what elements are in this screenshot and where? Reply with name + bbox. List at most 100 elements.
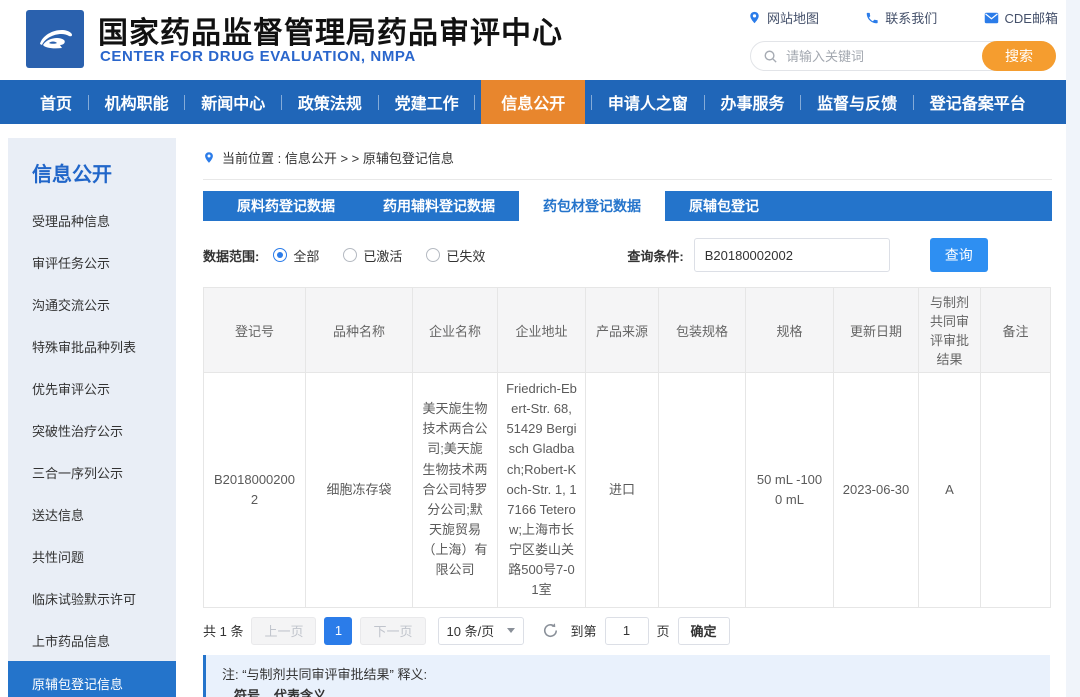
results-table: 登记号 品种名称 企业名称 企业地址 产品来源 包装规格 规格 更新日期 与制剂… (203, 287, 1051, 608)
sidebar-item-breakthrough-therapy[interactable]: 突破性治疗公示 (8, 409, 176, 451)
tab-raw-aux-pack[interactable]: 原辅包登记 (665, 191, 783, 221)
site-search: 搜索 (750, 41, 1056, 71)
radio-dot-icon (273, 248, 287, 262)
nav-item-party[interactable]: 党建工作 (385, 80, 469, 124)
cell-company-name: 美天旎生物技术两合公司;美天旎生物技术两合公司特罗分公司;默天旎贸易（上海）有限… (413, 373, 498, 608)
refresh-icon[interactable] (542, 622, 559, 639)
radio-dot-icon (343, 248, 357, 262)
radio-expired[interactable]: 已失效 (426, 246, 485, 265)
cell-update-date: 2023-06-30 (834, 373, 919, 608)
location-pin-icon (748, 10, 761, 25)
quicklink-label: CDE邮箱 (1005, 8, 1058, 27)
cell-company-address: Friedrich-Ebert-Str. 68, 51429 Bergisch … (498, 373, 586, 608)
quicklink-label: 网站地图 (767, 8, 819, 27)
page: 国家药品监督管理局药品审评中心 CENTER FOR DRUG EVALUATI… (0, 0, 1080, 697)
next-page-button[interactable]: 下一页 (360, 617, 425, 645)
sidebar-item-communication[interactable]: 沟通交流公示 (8, 283, 176, 325)
col-variety-name: 品种名称 (306, 288, 413, 373)
search-icon (763, 49, 778, 64)
sidebar-title: 信息公开 (8, 138, 176, 199)
sidebar-item-three-in-one[interactable]: 三合一序列公示 (8, 451, 176, 493)
main-content: 当前位置 : 信息公开 > > 原辅包登记信息 原料药登记数据 药用辅料登记数据… (203, 138, 1052, 697)
sidebar-item-accepted-varieties[interactable]: 受理品种信息 (8, 199, 176, 241)
note-title: 注: “与制剂共同审评审批结果” 释义: (222, 664, 1034, 685)
quicklink-sitemap[interactable]: 网站地图 (748, 8, 819, 27)
page-number-button[interactable]: 1 (324, 617, 352, 645)
cde-logo-icon (26, 10, 84, 68)
nav-item-registration-platform[interactable]: 登记备案平台 (920, 80, 1036, 124)
scrollbar[interactable] (1066, 0, 1080, 697)
site-header: 国家药品监督管理局药品审评中心 CENTER FOR DRUG EVALUATI… (0, 0, 1066, 80)
site-title: 国家药品监督管理局药品审评中心 (98, 8, 563, 52)
nav-item-info-disclosure[interactable]: 信息公开 (481, 80, 585, 124)
sidebar-item-review-tasks[interactable]: 审评任务公示 (8, 241, 176, 283)
nav-divider (591, 95, 592, 110)
nav-item-functions[interactable]: 机构职能 (95, 80, 179, 124)
table-header-row: 登记号 品种名称 企业名称 企业地址 产品来源 包装规格 规格 更新日期 与制剂… (204, 288, 1051, 373)
goto-confirm-button[interactable]: 确定 (678, 617, 730, 645)
col-spec: 规格 (746, 288, 834, 373)
note-meaning-col: 代表含义 (274, 688, 326, 697)
col-remarks: 备注 (981, 288, 1051, 373)
radio-all[interactable]: 全部 (273, 246, 319, 265)
cell-joint-review-result: A (919, 373, 981, 608)
mail-icon (984, 12, 999, 24)
radio-activated[interactable]: 已激活 (343, 246, 402, 265)
radio-label: 全部 (293, 246, 319, 265)
nav-divider (474, 95, 475, 110)
cell-remarks (981, 373, 1051, 608)
nav-item-news[interactable]: 新闻中心 (191, 80, 275, 124)
main-nav: 首页 机构职能 新闻中心 政策法规 党建工作 信息公开 申请人之窗 办事服务 监… (0, 80, 1066, 124)
nav-item-home[interactable]: 首页 (30, 80, 82, 124)
quicklink-mailbox[interactable]: CDE邮箱 (984, 8, 1058, 27)
cell-packaging-spec (659, 373, 746, 608)
filter-bar: 数据范围: 全部 已激活 已失效 查询条件: 查询 (203, 232, 1052, 278)
prev-page-button[interactable]: 上一页 (251, 617, 316, 645)
nav-divider (88, 95, 89, 110)
tab-packaging-registration[interactable]: 药包材登记数据 (519, 191, 665, 221)
total-count: 共 1 条 (203, 621, 243, 640)
nav-item-policies[interactable]: 政策法规 (288, 80, 372, 124)
nav-item-supervision[interactable]: 监督与反馈 (807, 80, 907, 124)
sidebar-item-delivery-info[interactable]: 送达信息 (8, 493, 176, 535)
tab-excipient-registration[interactable]: 药用辅料登记数据 (359, 191, 519, 221)
table-row[interactable]: B20180002002 细胞冻存袋 美天旎生物技术两合公司;美天旎生物技术两合… (204, 373, 1051, 608)
col-company-address: 企业地址 (498, 288, 586, 373)
nav-divider (378, 95, 379, 110)
query-button[interactable]: 查询 (930, 238, 988, 272)
quicklink-contact[interactable]: 联系我们 (865, 8, 937, 27)
sidebar-item-common-issues[interactable]: 共性问题 (8, 535, 176, 577)
note-column-headers: 符号 代表含义 (222, 685, 1034, 697)
chevron-down-icon (507, 628, 515, 633)
page-size-value: 10 条/页 (447, 621, 495, 640)
quick-links: 网站地图 联系我们 CDE邮箱 (748, 8, 1058, 27)
cell-spec: 50 mL -1000 mL (746, 373, 834, 608)
pagination: 共 1 条 上一页 1 下一页 10 条/页 到第 页 确定 (203, 617, 1052, 645)
site-search-button[interactable]: 搜索 (982, 41, 1056, 71)
cell-registration-no: B20180002002 (204, 373, 306, 608)
nav-divider (281, 95, 282, 110)
sidebar: 信息公开 受理品种信息 审评任务公示 沟通交流公示 特殊审批品种列表 优先审评公… (8, 138, 176, 697)
query-label: 查询条件: (627, 246, 683, 265)
query-input[interactable] (694, 238, 890, 272)
quicklink-label: 联系我们 (885, 8, 937, 27)
site-search-input[interactable] (778, 49, 982, 64)
radio-dot-icon (426, 248, 440, 262)
page-size-select[interactable]: 10 条/页 (438, 617, 524, 645)
tab-api-registration[interactable]: 原料药登记数据 (213, 191, 359, 221)
sidebar-item-excipient-registration[interactable]: 原辅包登记信息 (8, 661, 176, 697)
nav-item-services[interactable]: 办事服务 (710, 80, 794, 124)
radio-label: 已激活 (363, 246, 402, 265)
nav-divider (800, 95, 801, 110)
sidebar-item-marketed-drugs[interactable]: 上市药品信息 (8, 619, 176, 661)
col-update-date: 更新日期 (834, 288, 919, 373)
location-pin-icon (203, 150, 215, 165)
sidebar-item-special-approval[interactable]: 特殊审批品种列表 (8, 325, 176, 367)
col-product-source: 产品来源 (586, 288, 659, 373)
sidebar-item-clinical-trial-license[interactable]: 临床试验默示许可 (8, 577, 176, 619)
col-packaging-spec: 包装规格 (659, 288, 746, 373)
goto-page-input[interactable] (605, 617, 649, 645)
nav-item-applicant-window[interactable]: 申请人之窗 (598, 80, 698, 124)
sidebar-item-priority-review[interactable]: 优先审评公示 (8, 367, 176, 409)
note-symbol-col: 符号 (234, 688, 260, 697)
